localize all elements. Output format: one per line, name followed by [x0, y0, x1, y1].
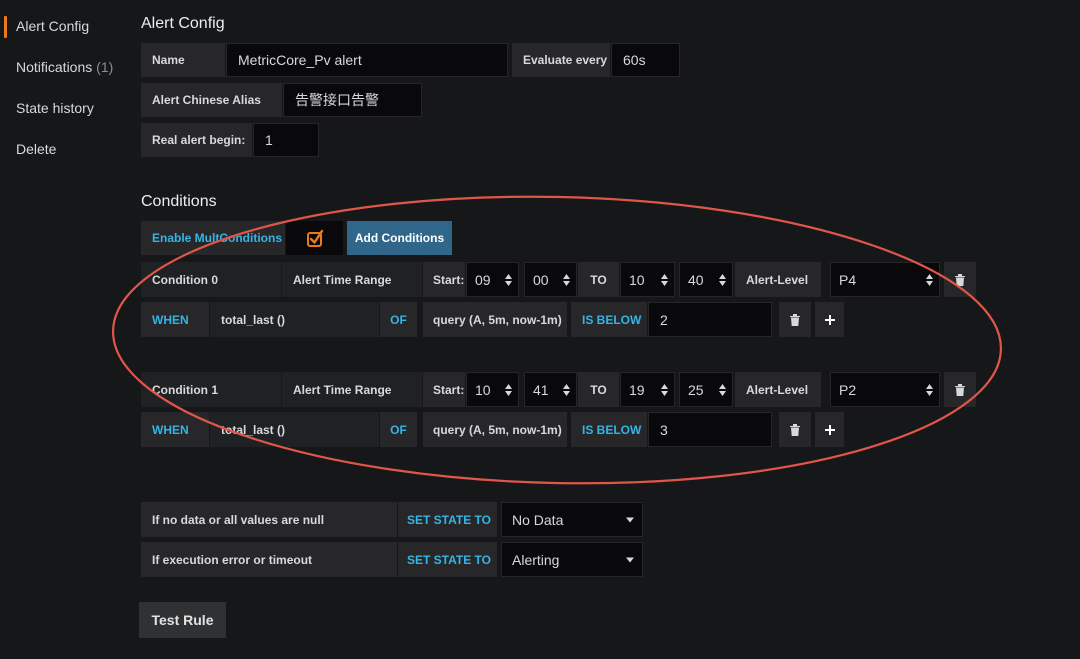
alert-level-select[interactable]: P2 — [830, 372, 940, 407]
test-rule-button[interactable]: Test Rule — [139, 602, 226, 638]
when-label: WHEN — [141, 412, 209, 447]
end-hour-value: 19 — [629, 381, 645, 398]
of-label: OF — [380, 302, 417, 337]
exec-error-state-select[interactable]: Alerting — [501, 542, 643, 577]
start-label: Start: — [423, 262, 465, 297]
spinner-arrows-icon — [563, 273, 570, 286]
end-hour-spinner[interactable]: 19 — [620, 372, 675, 407]
condition-name: Condition 1 — [141, 372, 281, 407]
spinner-arrows-icon — [563, 383, 570, 396]
add-evaluator-button[interactable] — [815, 302, 844, 337]
alert-level-label: Alert-Level — [735, 372, 821, 407]
delete-condition-button[interactable] — [944, 262, 976, 297]
spinner-arrows-icon — [719, 383, 726, 396]
start-hour-spinner[interactable]: 09 — [466, 262, 519, 297]
sidebar-item-label: Alert Config — [16, 18, 90, 34]
end-hour-spinner[interactable]: 10 — [620, 262, 675, 297]
threshold-input[interactable]: 2 — [648, 302, 772, 337]
remove-evaluator-button[interactable] — [779, 302, 811, 337]
start-hour-spinner[interactable]: 10 — [466, 372, 519, 407]
alert-config-title: Alert Config — [141, 15, 225, 32]
conditions-title: Conditions — [141, 193, 217, 210]
end-minute-value: 40 — [688, 271, 704, 288]
notification-count: (1) — [96, 59, 114, 75]
query-part[interactable]: query (A, 5m, now-1m) — [423, 412, 567, 447]
real-alert-begin-input[interactable]: 1 — [253, 123, 319, 157]
plus-icon — [824, 314, 835, 325]
end-minute-value: 25 — [688, 381, 704, 398]
sidebar-item-label: Delete — [16, 141, 57, 157]
name-label: Name — [141, 43, 225, 77]
reducer-select[interactable]: total_last () — [210, 302, 379, 337]
alert-level-value: P4 — [839, 271, 857, 288]
start-hour-value: 09 — [475, 271, 491, 288]
condition-name: Condition 0 — [141, 262, 281, 297]
to-label: TO — [578, 372, 619, 407]
delete-condition-button[interactable] — [944, 372, 976, 407]
no-data-state-select[interactable]: No Data — [501, 502, 643, 537]
sidebar-item-state-history[interactable]: State history — [16, 100, 94, 116]
caret-down-icon — [626, 517, 634, 522]
caret-down-icon — [626, 557, 634, 562]
exec-error-state-value: Alerting — [512, 551, 560, 568]
evaluate-every-label: Evaluate every — [512, 43, 610, 77]
start-label: Start: — [423, 372, 465, 407]
start-minute-spinner[interactable]: 41 — [524, 372, 577, 407]
sidebar-active-indicator — [4, 16, 7, 38]
alert-level-value: P2 — [839, 381, 857, 398]
alert-time-range-label: Alert Time Range — [282, 262, 422, 297]
sidebar-item-delete[interactable]: Delete — [16, 141, 56, 157]
add-evaluator-button[interactable] — [815, 412, 844, 447]
end-minute-spinner[interactable]: 40 — [679, 262, 733, 297]
trash-icon — [790, 423, 800, 436]
start-minute-spinner[interactable]: 00 — [524, 262, 577, 297]
remove-evaluator-button[interactable] — [779, 412, 811, 447]
alias-input[interactable]: 告警接口告警 — [283, 83, 422, 117]
enable-multconditions-checkbox[interactable] — [286, 221, 343, 255]
query-part[interactable]: query (A, 5m, now-1m) — [423, 302, 567, 337]
spinner-arrows-icon — [505, 273, 512, 286]
spinner-arrows-icon — [505, 383, 512, 396]
evaluate-every-input[interactable]: 60s — [611, 43, 680, 77]
trash-icon — [790, 313, 800, 326]
to-label: TO — [578, 262, 619, 297]
checkbox-checked-icon — [306, 229, 323, 247]
no-data-state-value: No Data — [512, 511, 564, 528]
evaluator-select[interactable]: IS BELOW — [571, 302, 647, 337]
sidebar-item-notifications[interactable]: Notifications (1) — [16, 59, 113, 75]
alias-label: Alert Chinese Alias — [141, 83, 282, 117]
trash-icon — [955, 273, 965, 286]
alert-time-range-label: Alert Time Range — [282, 372, 422, 407]
of-label: OF — [380, 412, 417, 447]
trash-icon — [955, 383, 965, 396]
set-state-label: SET STATE TO — [398, 542, 497, 577]
real-alert-begin-label: Real alert begin: — [141, 123, 252, 157]
enable-multconditions-label: Enable MultConditions — [141, 221, 285, 255]
start-minute-value: 41 — [533, 381, 549, 398]
select-arrows-icon — [926, 383, 933, 396]
no-data-rule-label: If no data or all values are null — [141, 502, 397, 537]
add-conditions-button[interactable]: Add Conditions — [347, 221, 452, 255]
sidebar-item-alert-config[interactable]: Alert Config — [16, 18, 89, 34]
when-label: WHEN — [141, 302, 209, 337]
spinner-arrows-icon — [719, 273, 726, 286]
start-minute-value: 00 — [533, 271, 549, 288]
set-state-label: SET STATE TO — [398, 502, 497, 537]
spinner-arrows-icon — [661, 273, 668, 286]
reducer-select[interactable]: total_last () — [210, 412, 379, 447]
alert-level-select[interactable]: P4 — [830, 262, 940, 297]
start-hour-value: 10 — [475, 381, 491, 398]
sidebar-item-label: State history — [16, 100, 94, 116]
select-arrows-icon — [926, 273, 933, 286]
spinner-arrows-icon — [661, 383, 668, 396]
plus-icon — [824, 424, 835, 435]
sidebar-item-label: Notifications — [16, 59, 93, 75]
threshold-input[interactable]: 3 — [648, 412, 772, 447]
end-hour-value: 10 — [629, 271, 645, 288]
evaluator-select[interactable]: IS BELOW — [571, 412, 647, 447]
alert-level-label: Alert-Level — [735, 262, 821, 297]
exec-error-rule-label: If execution error or timeout — [141, 542, 397, 577]
end-minute-spinner[interactable]: 25 — [679, 372, 733, 407]
name-input[interactable]: MetricCore_Pv alert — [226, 43, 508, 77]
